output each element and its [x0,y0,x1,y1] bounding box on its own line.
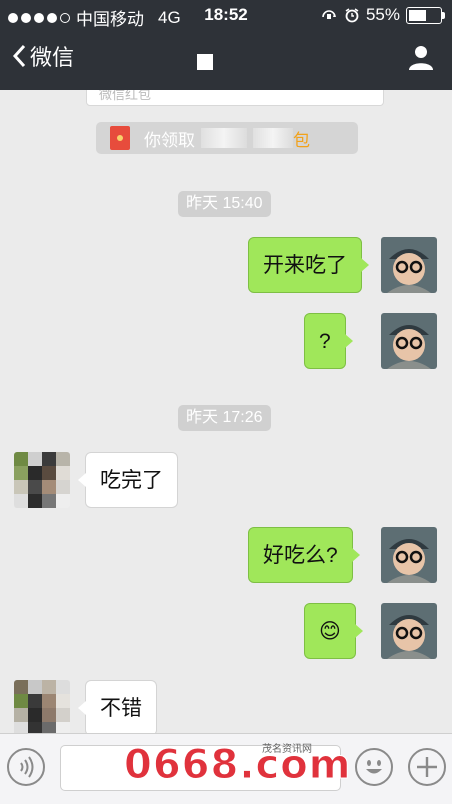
red-packet-icon [110,126,130,150]
top-bar: 中国移动 4G 18:52 55% 微信 [0,0,452,90]
battery-percent: 55% [365,5,400,24]
my-avatar[interactable] [381,603,437,659]
message-bubble[interactable]: ? [304,313,353,369]
more-button[interactable] [408,748,446,786]
voice-icon [20,756,34,778]
system-message-prefix: 你领取 [144,130,195,150]
contact-avatar[interactable] [14,680,70,733]
smiley-icon [366,760,382,774]
redacted-text [201,128,247,148]
message-bubble[interactable]: 吃完了 [78,452,178,508]
chat-title-redacted [197,54,213,70]
back-label: 微信 [30,45,75,70]
message-bubble[interactable]: 不错 [78,680,157,733]
back-button[interactable]: 微信 [12,40,74,72]
chat-area[interactable]: 微信红包 你领取 包 昨天 15:40 开来吃了 ? 昨天 17:26 吃完了 … [0,90,452,733]
my-avatar[interactable] [381,237,437,293]
system-message: 你领取 包 [96,122,358,154]
alarm-icon [345,8,359,23]
message-bubble[interactable]: 😊 [304,603,363,659]
watermark-subtext: 茂名资讯网 [262,744,312,755]
redacted-text [253,128,293,148]
plus-icon [417,757,437,777]
emoji-button[interactable] [355,748,393,786]
voice-button[interactable] [7,748,45,786]
my-avatar[interactable] [381,313,437,369]
watermark-logo: 0668.com [123,742,352,789]
status-right: 55% [320,5,445,25]
my-avatar[interactable] [381,527,437,583]
system-message-suffix: 包 [293,130,310,150]
timestamp: 昨天 17:26 [178,405,271,431]
message-bubble[interactable]: 好吃么? [248,527,360,583]
nav-bar: 微信 [0,38,452,82]
message-bubble[interactable]: 开来吃了 [248,237,369,293]
chevron-left-icon [12,44,26,68]
battery-icon [406,6,445,24]
contact-profile-icon[interactable] [406,42,436,72]
contact-avatar[interactable] [14,452,70,508]
rotation-lock-icon [322,10,336,19]
red-packet-card[interactable]: 微信红包 [86,90,384,106]
status-bar: 中国移动 4G 18:52 55% [0,0,452,30]
timestamp: 昨天 15:40 [178,191,271,217]
